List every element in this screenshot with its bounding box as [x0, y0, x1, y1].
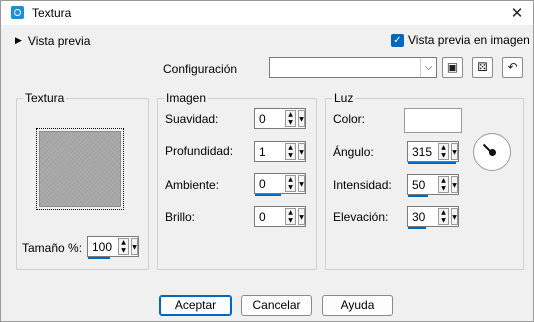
preview-expander[interactable]: ▶ Vista previa [15, 34, 90, 48]
slider-indicator [88, 257, 110, 259]
angle-spinner[interactable]: 315 ▲ ▼ ▼ [407, 141, 459, 164]
dropdown-icon[interactable]: ▼ [451, 208, 458, 225]
intensity-spinner[interactable]: 50 ▲ ▼ ▼ [407, 174, 459, 197]
size-label: Tamaño %: [22, 241, 83, 255]
smoothness-value[interactable]: 0 [259, 112, 266, 126]
spin-arrows-icon[interactable]: ▲ ▼ [285, 143, 296, 160]
image-group-title: Imagen [164, 91, 209, 105]
save-icon: ▣ [446, 60, 459, 74]
spin-arrows-icon[interactable]: ▲ ▼ [438, 143, 449, 160]
angle-dial[interactable] [473, 133, 511, 171]
elevation-label: Elevación: [333, 210, 389, 224]
texture-preview[interactable] [36, 128, 124, 210]
ok-button[interactable]: Aceptar [159, 295, 232, 316]
save-preset-button[interactable]: ▣ [442, 57, 463, 78]
dropdown-icon[interactable]: ▼ [298, 143, 305, 160]
spin-arrows-icon[interactable]: ▲ ▼ [285, 110, 296, 127]
spin-arrows-icon[interactable]: ▲ ▼ [438, 176, 449, 193]
preview-toggle-label: Vista previa [27, 34, 91, 48]
preview-on-image-label: Vista previa en imagen [408, 33, 530, 47]
light-group-title: Luz [332, 91, 356, 105]
brightness-label: Brillo: [165, 210, 196, 224]
spin-arrows-icon[interactable]: ▲ ▼ [438, 208, 449, 225]
depth-value[interactable]: 1 [259, 145, 266, 159]
color-label: Color: [333, 112, 366, 126]
window-title: Textura [32, 6, 72, 20]
random-button[interactable]: ⚄ [472, 57, 493, 78]
dropdown-icon[interactable]: ▼ [131, 238, 138, 255]
elevation-spinner[interactable]: 30 ▲ ▼ ▼ [407, 206, 459, 229]
title-bar: Textura ✕ [1, 1, 533, 25]
slider-indicator [255, 194, 281, 196]
spin-arrows-icon[interactable]: ▲ ▼ [285, 175, 296, 192]
smoothness-label: Suavidad: [165, 112, 219, 126]
dice-icon: ⚄ [477, 60, 488, 74]
texture-swatch [39, 131, 121, 207]
dropdown-icon[interactable]: ▼ [298, 110, 305, 127]
slider-indicator [408, 195, 428, 197]
ambient-spinner[interactable]: 0 ▲ ▼ ▼ [254, 173, 306, 196]
texture-group-title: Textura [23, 91, 67, 105]
slider-indicator [408, 227, 426, 229]
elevation-value[interactable]: 30 [412, 210, 425, 224]
size-value[interactable]: 100 [92, 240, 112, 254]
size-spinner[interactable]: 100 ▲ ▼ ▼ [87, 236, 139, 259]
preview-on-image-checkbox[interactable]: ✓ Vista previa en imagen [391, 33, 530, 47]
intensity-label: Intensidad: [333, 178, 392, 192]
intensity-value[interactable]: 50 [412, 178, 425, 192]
ambient-value[interactable]: 0 [259, 177, 266, 191]
config-label: Configuración [163, 62, 238, 76]
reset-button[interactable]: ↶ [502, 57, 523, 78]
dropdown-icon[interactable]: ▼ [451, 176, 458, 193]
smoothness-spinner[interactable]: 0 ▲ ▼ ▼ [254, 108, 306, 129]
checkmark-icon[interactable]: ✓ [391, 33, 404, 47]
dropdown-icon[interactable]: ▼ [298, 208, 305, 225]
reset-icon: ↶ [507, 60, 518, 74]
chevron-down-icon[interactable]: ⌵ [420, 58, 436, 77]
brightness-spinner[interactable]: 0 ▲ ▼ ▼ [254, 206, 306, 227]
dropdown-icon[interactable]: ▼ [451, 143, 458, 160]
brightness-value[interactable]: 0 [259, 210, 266, 224]
depth-label: Profundidad: [165, 144, 234, 158]
texture-dialog: Textura ✕ ▶ Vista previa ✓ Vista previa … [0, 0, 534, 322]
spin-arrows-icon[interactable]: ▲ ▼ [285, 208, 296, 225]
expand-triangle-icon: ▶ [15, 36, 22, 46]
angle-label: Ángulo: [333, 145, 374, 159]
dropdown-icon[interactable]: ▼ [298, 175, 305, 192]
spin-arrows-icon[interactable]: ▲ ▼ [118, 238, 129, 255]
close-icon[interactable]: ✕ [507, 3, 527, 23]
dial-hub [489, 149, 496, 156]
app-icon [11, 6, 24, 19]
slider-indicator [408, 162, 456, 164]
light-color-swatch[interactable] [404, 108, 462, 133]
ambient-label: Ambiente: [165, 178, 220, 192]
depth-spinner[interactable]: 1 ▲ ▼ ▼ [254, 141, 306, 162]
help-button[interactable]: Ayuda [322, 295, 393, 316]
cancel-button[interactable]: Cancelar [241, 295, 312, 316]
config-select[interactable]: ⌵ [269, 57, 437, 78]
angle-value[interactable]: 315 [412, 145, 432, 159]
